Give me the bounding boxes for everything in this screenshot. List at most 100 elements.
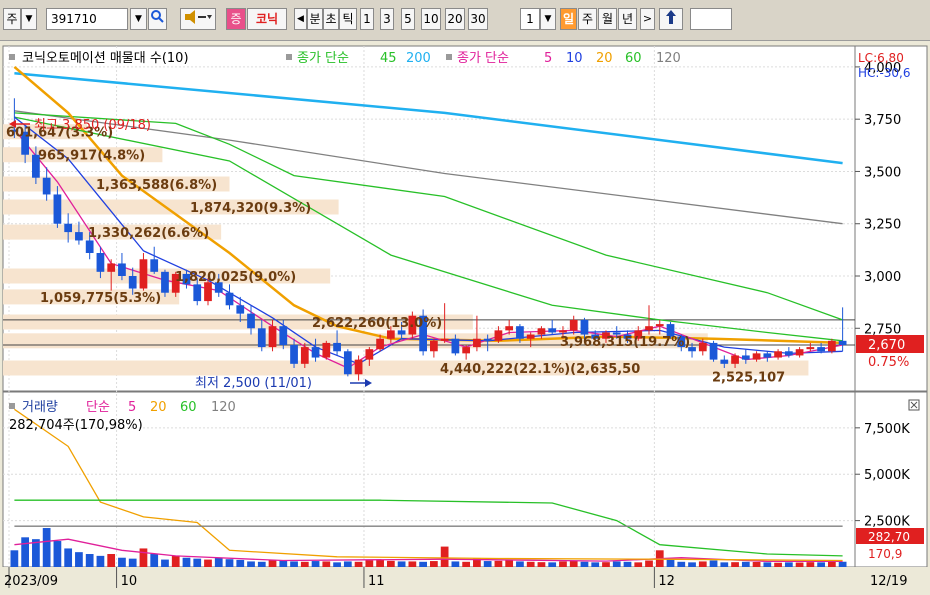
volume-bar-0 [10,550,19,567]
legend-ma5: 5 [544,51,552,66]
hc-label: HC:-30,6 [858,66,911,80]
candle-body-17 [193,284,202,302]
period-year[interactable]: 년 [618,8,637,30]
candle-body-53 [580,319,589,335]
mode-sec[interactable]: 초 [323,8,339,30]
lc-label: LC:6,80 [858,51,904,65]
volume-bar-26 [290,561,298,567]
period-30[interactable]: 30 [468,8,488,30]
period-week[interactable]: 주 [578,8,597,30]
mode-min[interactable]: 분 [307,8,323,30]
price-tick-label-4: 3,000 [864,270,901,285]
profile-label-8: 3,968,315(19.7%) [560,335,690,350]
legend-ma-a-label: 종가 단순 [297,51,349,66]
speaker-icon[interactable] [180,8,216,30]
market-label: 주 [3,8,21,30]
volume-bar-40 [440,546,449,567]
period-day[interactable]: 일 [560,8,577,30]
volume-bar-29 [322,561,331,567]
count-dropdown-arrow[interactable]: ▼ [540,8,556,30]
count-input[interactable]: 1 [520,8,540,30]
volume-bar-33 [365,560,374,567]
period-month[interactable]: 월 [598,8,617,30]
volume-bar-16 [182,557,191,567]
extra-input[interactable] [690,8,732,30]
legend-ma-b-label: 종가 단순 [457,51,509,66]
volume-bar-19 [214,557,223,567]
search-icon[interactable] [148,8,167,30]
candle-body-77 [838,340,847,345]
candle-body-9 [107,263,116,272]
candle-body-60 [655,324,664,327]
volume-bar-14 [161,559,169,567]
candle-body-29 [322,342,331,358]
pin-icon[interactable] [659,8,683,30]
candle-body-65 [709,342,718,360]
profile-label-9: 4,440,222(22.1%)(2,635,50 [440,362,640,377]
candle-body-28 [311,347,320,358]
price-tick-label-2: 3,500 [864,165,901,180]
volume-bar-46 [505,559,514,567]
last-price-text: 2,670 [868,338,905,353]
period-10[interactable]: 10 [421,8,441,30]
volume-bar-58 [634,562,643,567]
mode-tick[interactable]: 틱 [339,8,357,30]
candle-body-32 [354,359,363,375]
volume-bar-67 [731,562,739,567]
volume-bar-25 [279,560,288,567]
candle-body-75 [817,347,825,352]
candle-body-27 [300,347,309,364]
period-5[interactable]: 5 [401,8,415,30]
volume-bar-31 [343,561,352,567]
volume-tick-label-1: 5,000K [864,468,910,483]
candle-body-48 [526,334,535,339]
next-arrow-icon[interactable]: > [640,8,655,30]
legend-title: 코닉오토메이션 매물대 수(10) [22,51,189,66]
candle-body-6 [75,232,83,241]
volume-bar-69 [752,561,761,567]
market-dropdown-arrow[interactable]: ▼ [21,8,37,30]
volume-bar-11 [128,558,137,567]
period-3[interactable]: 3 [380,8,394,30]
candle-body-25 [279,326,288,345]
candle-body-4 [53,194,62,224]
volume-bar-41 [451,561,460,567]
profile-label-5: 1,820,025(9.0%) [175,270,296,285]
candle-body-43 [473,338,481,348]
candle-body-24 [268,326,277,348]
period-1[interactable]: 1 [360,8,374,30]
candle-body-68 [741,355,750,360]
volume-bar-32 [354,561,363,567]
candle-body-39 [430,340,438,352]
legend-ma45: 45 [380,51,397,66]
volume-bar-71 [774,562,782,567]
period-20[interactable]: 20 [445,8,465,30]
volume-bar-57 [623,561,632,567]
candle-body-40 [440,338,449,341]
profile-label-2: 1,363,588(6.8%) [96,178,217,193]
candle-body-51 [559,330,567,333]
volume-bar-30 [333,562,341,567]
volume-bar-13 [150,554,159,567]
candle-body-74 [806,347,815,350]
volume-bar-39 [430,561,438,567]
candle-body-10 [118,263,126,276]
right-date-label: 12/19 [870,574,907,589]
legend-ma20: 20 [596,51,613,66]
stock-code-input[interactable]: 391710 [46,8,128,30]
volume-bar-10 [118,557,126,567]
volume-bar-35 [386,560,395,567]
volume-bar-36 [397,561,406,567]
volume-bar-68 [741,561,750,567]
volume-bar-20 [225,559,234,567]
stock-chart: 601,647(3.3%)965,917(4.8%)1,363,588(6.8%… [0,45,930,595]
arrow-left-icon[interactable]: ◀ [294,8,307,30]
candle-body-52 [569,319,578,331]
candle-body-18 [204,282,212,302]
price-tick-label-1: 3,750 [864,113,901,128]
volume-bar-4 [53,541,62,567]
price-tick-label-3: 3,250 [864,218,901,233]
candle-body-33 [365,349,374,360]
profile-label-6: 1,059,775(5.3%) [40,291,161,306]
code-dropdown-arrow[interactable]: ▼ [130,8,147,30]
